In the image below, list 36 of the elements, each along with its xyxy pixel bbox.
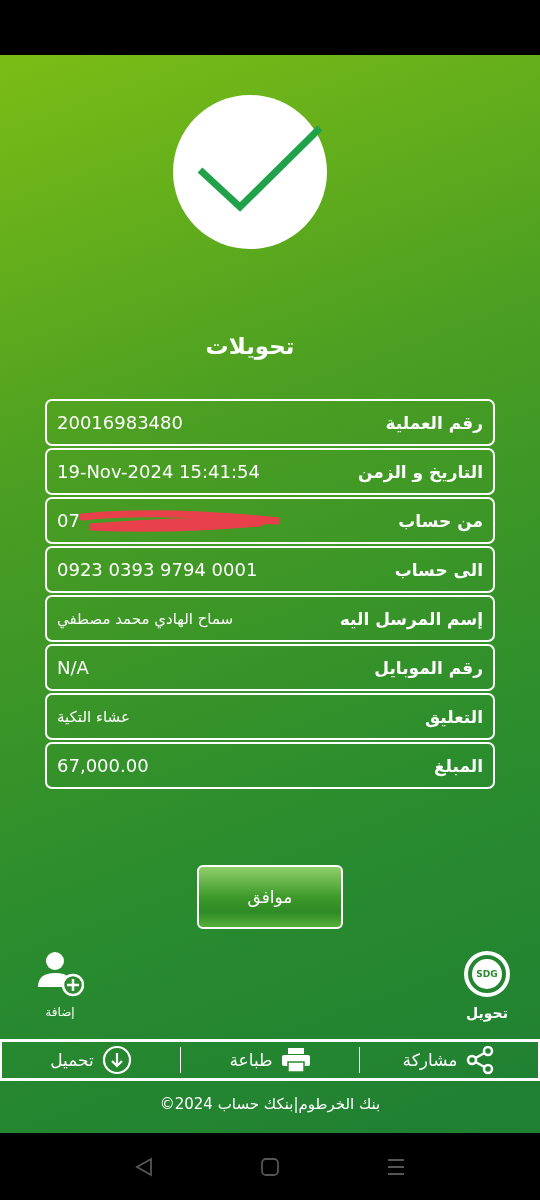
action-button[interactable]: تحميل: [2, 1047, 181, 1073]
detail-label: إسم المرسل اليه: [339, 608, 483, 629]
detail-value: 67,000.00: [57, 755, 149, 776]
detail-label: التعليق: [425, 706, 483, 727]
action-label: طباعة: [229, 1050, 273, 1070]
recents-icon[interactable]: [386, 1157, 407, 1176]
add-contact-button[interactable]: إضافة: [36, 951, 84, 1019]
back-icon[interactable]: [133, 1156, 154, 1177]
action-label: تحميل: [50, 1050, 94, 1070]
copyright-text: ©2024 بنك الخرطوم|بنكك حساب: [159, 1095, 381, 1113]
currency-code: SDG: [472, 959, 502, 989]
detail-value: 0923 0393 9794 0001: [57, 559, 258, 580]
action-button[interactable]: طباعة: [181, 1047, 360, 1073]
ok-button[interactable]: موافق: [197, 865, 343, 929]
detail-label: رقم العملية: [385, 412, 483, 433]
detail-label: رقم الموبايل: [374, 657, 483, 678]
detail-value: 19-Nov-2024 15:41:54: [57, 461, 260, 482]
action-label: مشاركة: [402, 1050, 458, 1070]
detail-value: N/A: [57, 657, 89, 678]
transfer-label: تحويل: [466, 1005, 508, 1021]
detail-value: سماح الهادي محمد مصطفي: [57, 609, 234, 628]
add-label: إضافة: [45, 1005, 75, 1019]
share-icon: [465, 1045, 496, 1075]
detail-label: المبلغ: [433, 755, 483, 776]
detail-label: الى حساب: [394, 559, 483, 580]
action-button[interactable]: مشاركة: [360, 1047, 538, 1073]
home-icon[interactable]: [261, 1157, 279, 1176]
detail-label: التاريخ و الزمن: [358, 461, 483, 482]
printer-icon: [280, 1047, 311, 1073]
download-icon: [101, 1045, 132, 1075]
detail-value: 20016983480: [57, 412, 183, 433]
detail-value: عشاء التكية: [57, 707, 130, 726]
detail-label: من حساب: [398, 510, 483, 531]
detail-value: 07: [57, 510, 80, 531]
add-person-icon: [36, 951, 84, 997]
page-title: تحويلات: [205, 333, 295, 359]
